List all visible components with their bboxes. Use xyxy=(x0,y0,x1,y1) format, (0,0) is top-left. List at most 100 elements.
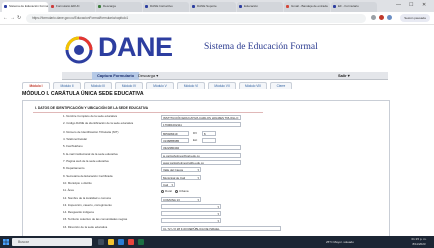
browser-tab-label: Sistema de Educación Formal xyxy=(9,4,48,8)
favicon-icon xyxy=(98,5,101,8)
chrome-icon[interactable] xyxy=(128,239,134,245)
field-label: 16. Dirección de la sede educativa xyxy=(63,224,108,229)
tab-module[interactable]: Módulo II xyxy=(53,82,81,89)
edge-icon[interactable] xyxy=(118,239,124,245)
menu-captura-formulario[interactable]: Captura Formulario xyxy=(92,72,140,80)
windows-start-icon[interactable] xyxy=(3,239,9,245)
weather-tray[interactable]: 25°C Mayor. soleado xyxy=(326,238,354,246)
tab-module[interactable]: Módulo I xyxy=(22,82,50,89)
puzzle-icon[interactable] xyxy=(387,15,392,20)
field-input[interactable]: 805028419 xyxy=(161,130,189,136)
task-view-icon[interactable] xyxy=(98,239,104,245)
radio-label: Rural xyxy=(165,189,172,194)
field-select[interactable] xyxy=(161,218,221,224)
browser-tab[interactable]: Gmail - Bandeja de entrada xyxy=(284,2,330,12)
field-label: 3. Número de Identificación Tributaria (… xyxy=(63,129,119,134)
favicon-icon xyxy=(145,5,148,8)
section-divider xyxy=(33,112,263,113)
maximize-icon[interactable]: ☐ xyxy=(409,3,413,8)
field-select[interactable]: Cali xyxy=(161,181,175,187)
browser-tab-label: Formulario EDUC xyxy=(56,4,80,8)
field-select[interactable] xyxy=(161,203,221,209)
clock[interactable]: 01:15 p. m. 8/11/2023 xyxy=(408,237,430,246)
forward-icon[interactable]: → xyxy=(10,15,15,21)
field-select[interactable] xyxy=(161,211,221,217)
field-label: 4. Teléfono/Celular xyxy=(63,137,88,142)
dv-input[interactable] xyxy=(202,138,216,144)
clock-date: 8/11/2023 xyxy=(412,241,426,246)
browser-toolbar: ← → ↻ https://formulario.dane.gov.co/Edu… xyxy=(0,12,434,25)
field-select[interactable]: Valle del Cauca xyxy=(161,167,201,173)
field-input[interactable]: 3322380492 xyxy=(161,145,241,151)
radio-urbana[interactable] xyxy=(175,190,178,194)
form-row: 4. Teléfono/Celular 3136885985 Ext xyxy=(63,137,283,144)
address-bar[interactable]: https://formulario.dane.gov.co/Educacion… xyxy=(26,14,366,23)
taskbar-search-input[interactable]: Buscar xyxy=(12,238,92,246)
main-menu: Captura Formulario Descarga ▾ Salir ▾ xyxy=(62,72,388,80)
form-row: 10. Municipio o distrito Cali xyxy=(63,180,283,188)
excel-icon[interactable] xyxy=(138,239,144,245)
browser-tab-label: DANE Soporte xyxy=(197,4,217,8)
tab-module[interactable]: Módulo VI xyxy=(177,82,205,89)
menu-salir[interactable]: Salir ▾ xyxy=(338,72,350,80)
close-icon[interactable]: ✕ xyxy=(422,3,426,8)
form-row: 12. Nombre de la localidad o comuna COMUN… xyxy=(63,195,283,203)
field-label: 8. Departamento xyxy=(63,166,85,171)
browser-tab[interactable]: DANE Instructivo xyxy=(143,2,189,12)
field-label: 12. Nombre de la localidad o comuna xyxy=(63,195,111,200)
browser-tab-bar: Sistema de Educación Formal Formulario ED… xyxy=(0,0,434,12)
field-label: 10. Municipio o distrito xyxy=(63,180,92,185)
form-row: 5. Fax/Teléfono 3322380492 xyxy=(63,145,283,151)
field-input[interactable]: www.carlosholmestrujillo.edu.co xyxy=(161,160,241,165)
page-content: DANE Sistema de Educación Formal Captura… xyxy=(0,25,434,236)
form-row: 3. Número de Identificación Tributaria (… xyxy=(63,129,283,137)
menu-descarga-label: Descarga xyxy=(138,73,156,78)
tab-module[interactable]: Módulo VIII xyxy=(239,82,267,89)
browser-tab[interactable]: Formulario EDUC xyxy=(49,2,95,12)
browser-tab[interactable]: EF - Formulario xyxy=(331,2,377,12)
back-icon[interactable]: ← xyxy=(3,15,8,21)
tab-module[interactable]: Módulo IV xyxy=(115,82,143,89)
form-row: 1. Nombre Completo de la sede educativa I… xyxy=(63,114,283,121)
tab-module[interactable]: Cierre xyxy=(270,82,292,89)
form-row: 16. Dirección de la sede educativa CL 72 … xyxy=(63,224,283,232)
form-row: 2. Código DANE de identificación de la s… xyxy=(63,122,283,128)
radio-rural[interactable] xyxy=(161,190,164,194)
dv-input[interactable]: 6 xyxy=(202,130,216,136)
field-label: 2. Código DANE de identificación de la s… xyxy=(63,121,134,126)
profile-button[interactable]: Sesión pausada xyxy=(400,14,430,22)
radio-label: Urbana xyxy=(179,189,189,194)
dane-wordmark: DANE xyxy=(98,32,173,62)
tab-module[interactable]: Módulo III xyxy=(84,82,112,89)
field-label: 7. Página web de la sede educativa xyxy=(63,159,109,163)
favicon-icon xyxy=(286,5,289,8)
favicon-icon xyxy=(239,5,242,8)
browser-tab[interactable]: Sistema de Educación Formal xyxy=(2,2,48,12)
form-row: 9. Secretaría de Educación Certificada Mu… xyxy=(63,174,283,181)
reload-icon[interactable]: ↻ xyxy=(17,15,21,21)
field-input[interactable]: CL 72 U # 28 F-00 REPÚBLICA DE ISRAEL xyxy=(161,225,281,231)
tab-module[interactable]: Módulo V xyxy=(146,82,174,89)
field-select[interactable]: Municipal de Cali xyxy=(161,174,201,180)
field-label: 13. Inspección, caserío, corregimiento xyxy=(63,202,112,207)
field-input[interactable]: 176001002111 xyxy=(161,122,241,128)
browser-tab[interactable]: Descarga xyxy=(96,2,142,12)
form-row: 8. Departamento Valle del Cauca xyxy=(63,167,283,173)
form-row: 13. Inspección, caserío, corregimiento xyxy=(63,202,283,210)
field-input[interactable]: ie.carlosholmes@cali.edu.co xyxy=(161,152,241,158)
browser-tab[interactable]: Educación xyxy=(237,2,283,12)
tab-module[interactable]: Módulo VII xyxy=(208,82,236,89)
menu-descarga[interactable]: Descarga ▾ xyxy=(138,72,158,80)
file-explorer-icon[interactable] xyxy=(108,239,114,245)
field-input[interactable]: INSTITUCIÓN EDUCATIVA CARLOS HOLMES TRUJ… xyxy=(161,115,241,120)
minimize-icon[interactable]: — xyxy=(396,3,401,8)
form-panel: I. DATOS DE IDENTIFICACIÓN Y UBICACIÓN D… xyxy=(22,100,390,236)
star-icon[interactable] xyxy=(371,15,376,20)
field-input[interactable]: 3136885985 xyxy=(161,138,189,144)
menu-salir-label: Salir xyxy=(338,73,347,78)
browser-tab[interactable]: DANE Soporte xyxy=(190,2,236,12)
field-select[interactable]: COMUNA 13 xyxy=(161,196,201,202)
dane-logo-icon xyxy=(65,36,93,64)
extension-icon[interactable] xyxy=(379,15,384,20)
field-label: 11. Área xyxy=(63,188,74,193)
